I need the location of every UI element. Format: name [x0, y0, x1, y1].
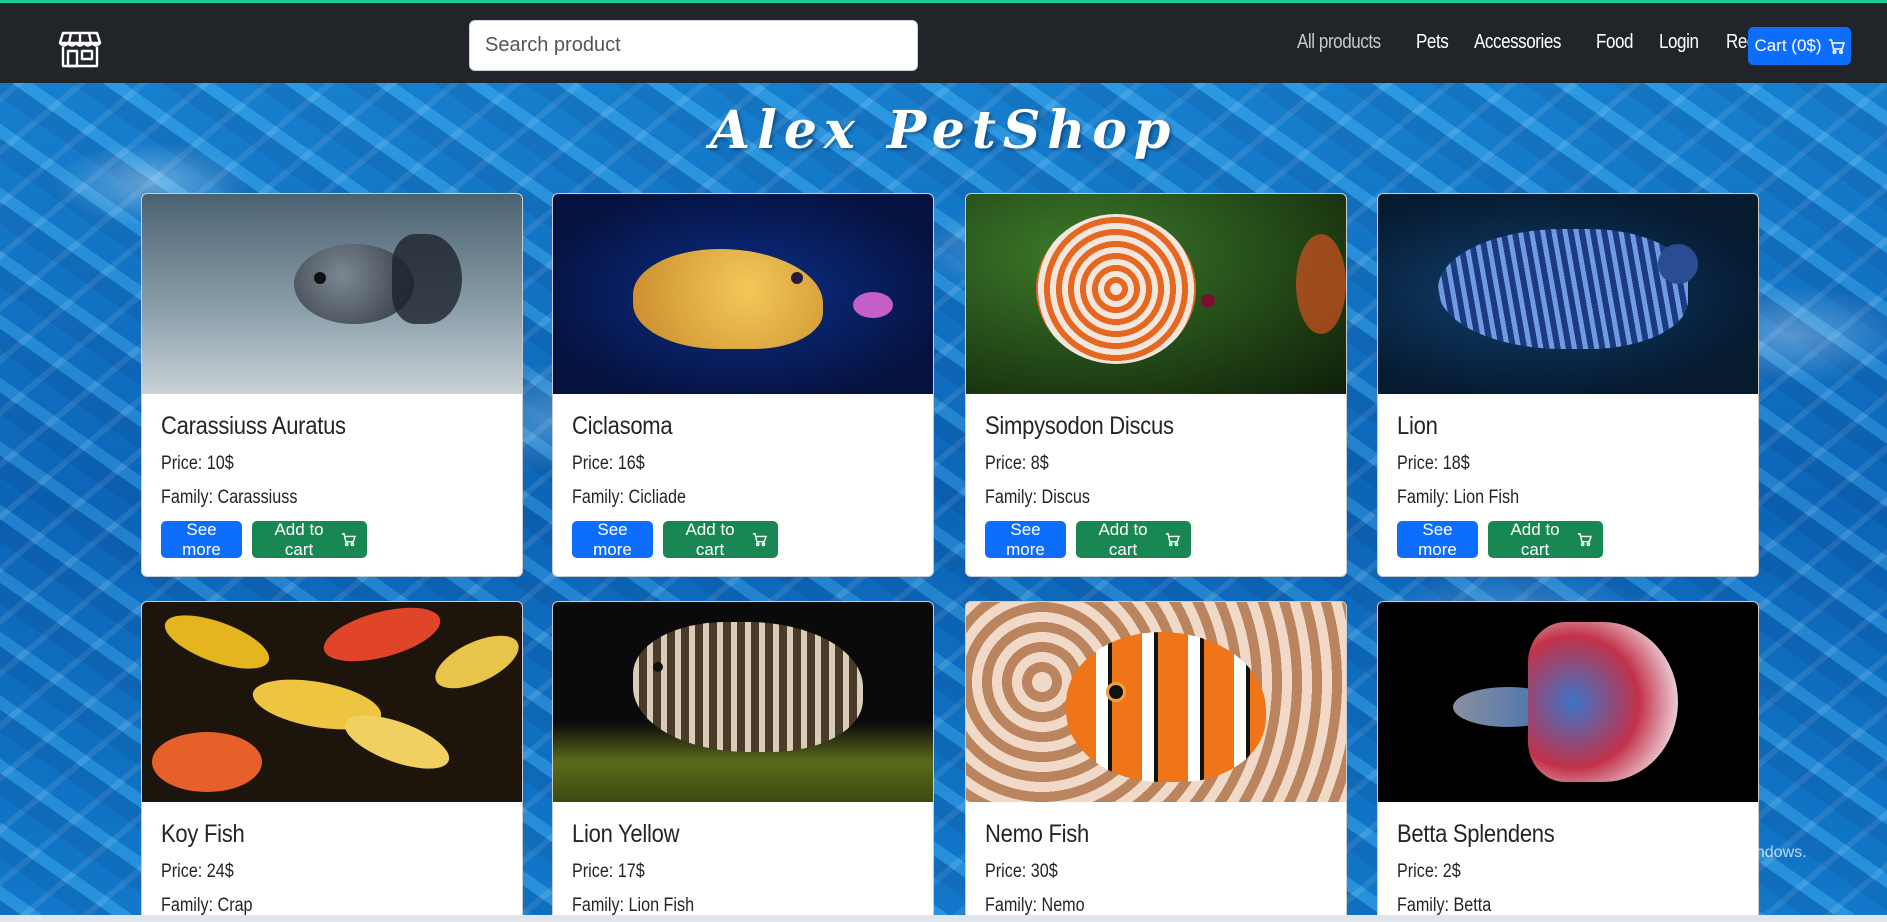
- cart-button-label: Cart (0$): [1754, 36, 1822, 55]
- navbar: All products Pets Accessories Food Login…: [0, 0, 1887, 83]
- product-card: Carassiuss Auratus Price: 10$ Family: Ca…: [141, 193, 523, 577]
- see-more-label: See more: [182, 519, 221, 559]
- product-family: Family: Crap: [161, 895, 253, 916]
- add-to-cart-button[interactable]: Add to cart: [252, 519, 367, 559]
- product-image[interactable]: [553, 194, 933, 394]
- product-price: Price: 17$: [572, 861, 645, 882]
- product-family: Family: Lion Fish: [1397, 487, 1520, 508]
- nav-pets[interactable]: Pets: [1416, 31, 1449, 54]
- product-card: Lion Price: 18$ Family: Lion Fish See mo…: [1377, 193, 1759, 577]
- product-image[interactable]: [966, 602, 1346, 802]
- watermark-title: Activate Windows: [1554, 812, 1744, 839]
- product-price: Price: 10$: [161, 453, 234, 474]
- product-family: Family: Lion Fish: [572, 895, 695, 916]
- add-to-cart-label: Add to cart: [274, 519, 324, 559]
- product-name: Nemo Fish: [985, 820, 1089, 848]
- product-card: Nemo Fish Price: 30$ Family: Nemo: [965, 601, 1347, 922]
- cart-button[interactable]: Cart (0$): [1748, 27, 1851, 65]
- product-name: Simpysodon Discus: [985, 412, 1174, 440]
- product-card: Betta Splendens Price: 2$ Family: Betta: [1377, 601, 1759, 922]
- product-image[interactable]: [553, 602, 933, 802]
- shop-logo-icon[interactable]: [58, 29, 102, 69]
- product-image[interactable]: [142, 602, 522, 802]
- cart-icon: [1165, 533, 1180, 547]
- product-name: Carassiuss Auratus: [161, 412, 346, 440]
- see-more-label: See more: [593, 519, 632, 559]
- product-name: Lion Yellow: [572, 820, 680, 848]
- page-title: Alex PetShop: [709, 100, 1178, 161]
- cart-icon: [752, 533, 767, 547]
- product-card: Ciclasoma Price: 16$ Family: Cicliade Se…: [552, 193, 934, 577]
- product-card: Koy Fish Price: 24$ Family: Crap: [141, 601, 523, 922]
- cart-icon: [1577, 533, 1592, 547]
- product-image[interactable]: [1378, 194, 1758, 394]
- product-name: Ciclasoma: [572, 412, 673, 440]
- product-family: Family: Discus: [985, 487, 1090, 508]
- product-price: Price: 30$: [985, 861, 1058, 882]
- search-input[interactable]: [469, 20, 918, 71]
- add-to-cart-button[interactable]: Add to cart: [663, 519, 778, 559]
- see-more-button[interactable]: See more: [985, 519, 1066, 559]
- see-more-button[interactable]: See more: [1397, 519, 1478, 559]
- product-price: Price: 16$: [572, 453, 645, 474]
- see-more-button[interactable]: See more: [161, 519, 242, 559]
- product-price: Price: 2$: [1397, 861, 1461, 882]
- windows-activation-watermark: Activate Windows Go to Settings to activ…: [1554, 812, 1807, 862]
- product-family: Family: Cicliade: [572, 487, 686, 508]
- horizontal-scrollbar[interactable]: [0, 915, 1887, 922]
- add-to-cart-label: Add to cart: [1510, 519, 1560, 559]
- product-name: Lion: [1397, 412, 1438, 440]
- product-name: Koy Fish: [161, 820, 245, 848]
- product-price: Price: 18$: [1397, 453, 1470, 474]
- nav-food[interactable]: Food: [1596, 31, 1633, 54]
- watermark-subtitle: Go to Settings to activate Windows.: [1554, 844, 1807, 861]
- add-to-cart-label: Add to cart: [1098, 519, 1148, 559]
- cart-icon: [1828, 38, 1845, 54]
- product-family: Family: Nemo: [985, 895, 1085, 916]
- product-family: Family: Betta: [1397, 895, 1492, 916]
- nav-login[interactable]: Login: [1659, 31, 1699, 54]
- nav-links: All products Pets Accessories Food Login…: [1297, 31, 1816, 54]
- add-to-cart-label: Add to cart: [685, 519, 735, 559]
- product-image[interactable]: [1378, 602, 1758, 802]
- product-family: Family: Carassiuss: [161, 487, 298, 508]
- see-more-label: See more: [1006, 519, 1045, 559]
- product-image[interactable]: [142, 194, 522, 394]
- product-card: Lion Yellow Price: 17$ Family: Lion Fish: [552, 601, 934, 922]
- product-price: Price: 24$: [161, 861, 234, 882]
- nav-all-products[interactable]: All products: [1297, 31, 1381, 54]
- product-price: Price: 8$: [985, 453, 1049, 474]
- cart-icon: [341, 533, 356, 547]
- see-more-label: See more: [1418, 519, 1457, 559]
- add-to-cart-button[interactable]: Add to cart: [1076, 519, 1191, 559]
- product-image[interactable]: [966, 194, 1346, 394]
- nav-accessories[interactable]: Accessories: [1474, 31, 1561, 54]
- add-to-cart-button[interactable]: Add to cart: [1488, 519, 1603, 559]
- see-more-button[interactable]: See more: [572, 519, 653, 559]
- product-card: Simpysodon Discus Price: 8$ Family: Disc…: [965, 193, 1347, 577]
